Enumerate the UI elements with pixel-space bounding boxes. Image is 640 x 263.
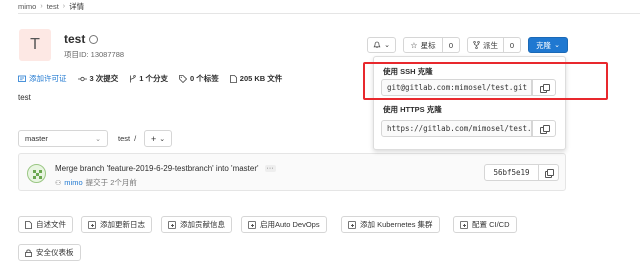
breadcrumb: mimo › test › 详情 (18, 1, 84, 12)
readme-button[interactable]: 自述文件 (18, 216, 73, 233)
chevron-down-icon: ⌄ (95, 135, 101, 143)
clone-button[interactable]: 克隆 ⌄ (528, 37, 568, 53)
security-dashboard-button[interactable]: 安全仪表板 (18, 244, 81, 261)
globe-icon (89, 34, 99, 44)
add-changelog-button[interactable]: 添加更新日志 (81, 216, 152, 233)
chevron-right-icon: › (62, 3, 66, 10)
configure-cicd-label: 配置 CI/CD (472, 220, 510, 229)
plus-square-icon (248, 220, 256, 229)
file-icon (25, 220, 32, 229)
file-icon (229, 74, 237, 83)
breadcrumb-divider (18, 13, 640, 14)
configure-cicd-button[interactable]: 配置 CI/CD (453, 216, 517, 233)
commit-title: Merge branch 'feature-2019-6-29-testbran… (55, 164, 276, 173)
plus-square-icon (88, 220, 96, 229)
branch-selector[interactable]: master ⌄ (18, 130, 108, 147)
readme-label: 自述文件 (36, 220, 66, 229)
plus-square-icon (460, 220, 468, 229)
star-icon: ☆ (410, 40, 418, 50)
project-avatar: T (19, 29, 51, 61)
commit-message[interactable]: Merge branch 'feature-2019-6-29-testbran… (55, 164, 259, 173)
enable-auto-devops-button[interactable]: 启用Auto DevOps (241, 216, 327, 233)
add-contributing-label: 添加贡献信息 (180, 220, 225, 229)
branches-count: 1 个分支 (139, 74, 169, 83)
add-license-link[interactable]: 添加许可证 (18, 73, 67, 84)
avatar-letter: T (30, 36, 40, 53)
chevron-down-icon: ⌄ (159, 135, 166, 143)
branch-name: master (25, 134, 48, 143)
plus-square-icon (168, 220, 176, 229)
add-file-dropdown[interactable]: + ⌄ (144, 130, 172, 147)
branch-icon (130, 74, 137, 82)
clone-label: 克隆 (536, 40, 552, 50)
files-size: 205 KB 文件 (239, 74, 283, 83)
fork-label: 派生 (483, 40, 498, 50)
project-id: 项目ID: 13087788 (64, 50, 125, 59)
add-contributing-button[interactable]: 添加贡献信息 (161, 216, 232, 233)
path-breadcrumb: test / (118, 134, 136, 143)
expand-commit-button[interactable]: ··· (264, 165, 276, 172)
project-stats: 添加许可证 3 次提交 1 个分支 0 个标签 205 KB 文件 (18, 73, 282, 84)
commit-time: 提交于 2个月前 (85, 178, 137, 187)
identicon-icon (33, 170, 42, 179)
chevron-right-icon: › (40, 3, 43, 10)
commit-icon (77, 76, 87, 81)
copy-icon (540, 124, 550, 134)
fork-button[interactable]: 派生 (467, 37, 504, 53)
lock-icon (25, 249, 32, 257)
chevron-down-icon: ⌄ (384, 42, 390, 49)
enable-auto-devops-label: 启用Auto DevOps (260, 220, 320, 229)
breadcrumb-root[interactable]: mimo (18, 2, 36, 11)
add-changelog-label: 添加更新日志 (100, 220, 145, 229)
commits-link[interactable]: 3 次提交 (77, 73, 119, 84)
add-license-label: 添加许可证 (29, 74, 67, 83)
copy-icon (544, 168, 554, 178)
ssh-highlight-annotation (363, 62, 608, 100)
breadcrumb-project[interactable]: test (47, 2, 59, 11)
license-icon (18, 75, 26, 82)
notification-button[interactable]: ⌄ (367, 37, 396, 53)
star-label: 星标 (420, 40, 436, 50)
tags-count: 0 个标签 (190, 74, 219, 83)
star-count[interactable]: 0 (443, 37, 460, 53)
plus-square-icon (348, 220, 356, 229)
tag-icon (179, 74, 188, 83)
plus-icon: + (150, 133, 157, 144)
copy-https-button[interactable] (532, 120, 556, 137)
add-kubernetes-label: 添加 Kubernetes 集群 (360, 220, 433, 229)
branches-link[interactable]: 1 个分支 (129, 73, 168, 84)
https-url-field[interactable]: https://gitlab.com/mimosel/test.git (381, 120, 532, 137)
bell-icon (373, 41, 381, 48)
commit-sha[interactable]: 56bf5e19 (484, 164, 539, 181)
project-title: test (64, 32, 99, 46)
fork-count[interactable]: 0 (504, 37, 521, 53)
path-root[interactable]: test (118, 134, 130, 143)
star-button[interactable]: ☆ 星标 (403, 37, 443, 53)
avatar[interactable] (27, 164, 46, 183)
chevron-down-icon: ⌄ (554, 42, 560, 49)
path-separator: / (134, 134, 137, 143)
security-dashboard-label: 安全仪表板 (36, 248, 74, 257)
commits-count: 3 次提交 (89, 74, 119, 83)
https-clone-label: 使用 HTTPS 克隆 (383, 105, 442, 114)
copy-sha-button[interactable] (539, 164, 559, 181)
files-link[interactable]: 205 KB 文件 (229, 73, 283, 84)
breadcrumb-current: 详情 (69, 2, 85, 11)
user-icon: ⚇ (55, 179, 62, 187)
project-description: test (18, 93, 31, 102)
commit-meta: ⚇ mimo 提交于 2个月前 (55, 177, 137, 188)
add-kubernetes-button[interactable]: 添加 Kubernetes 集群 (341, 216, 440, 233)
tags-link[interactable]: 0 个标签 (179, 73, 219, 84)
project-name: test (64, 32, 86, 46)
commit-author[interactable]: mimo (64, 178, 82, 187)
fork-icon (473, 41, 480, 49)
